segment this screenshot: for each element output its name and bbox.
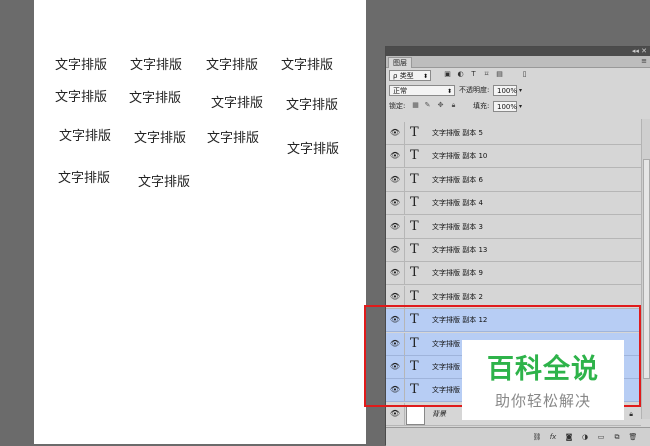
lock-all-icon[interactable]: 🔒︎ xyxy=(449,101,458,110)
canvas-text[interactable]: 文字排版 xyxy=(138,171,190,190)
type-layer-icon: T xyxy=(410,265,419,281)
new-group-icon[interactable]: ▭ xyxy=(596,432,606,442)
panel-menu-icon[interactable]: ≡ xyxy=(641,56,647,67)
lock-position-icon[interactable]: ✥ xyxy=(436,101,445,110)
add-mask-icon[interactable]: ◙ xyxy=(564,432,574,442)
dropdown-arrow-icon: ⬍ xyxy=(446,88,452,95)
opacity-input[interactable]: 100% xyxy=(493,85,517,96)
layer-style-icon[interactable]: fx xyxy=(548,432,558,442)
layer-row[interactable]: 👁︎ T 文字排版 副本 5 xyxy=(386,122,641,145)
layer-thumbnail xyxy=(406,404,425,425)
opacity-dropdown-icon[interactable]: ▾ xyxy=(519,85,522,96)
canvas-text[interactable]: 文字排版 xyxy=(206,54,258,73)
type-layer-icon: T xyxy=(410,242,419,257)
layer-name[interactable]: 文字排版 副本 10 xyxy=(432,145,487,167)
lock-image-icon[interactable]: ✎ xyxy=(423,101,432,110)
canvas-text[interactable]: 文字排版 xyxy=(129,87,181,106)
canvas-text[interactable]: 文字排版 xyxy=(211,92,263,111)
smart-object-filter-icon[interactable]: ▤ xyxy=(495,70,504,79)
adjustment-filter-icon[interactable]: ◐ xyxy=(456,70,465,79)
type-layer-icon: T xyxy=(410,125,419,140)
visibility-eye-icon[interactable]: 👁︎ xyxy=(386,168,405,191)
canvas-text[interactable]: 文字排版 xyxy=(134,127,186,146)
new-layer-icon[interactable]: ⧉ xyxy=(612,432,622,442)
fill-label: 填充: xyxy=(473,102,490,110)
search-icon: ρ xyxy=(393,72,398,80)
fill-input[interactable]: 100% xyxy=(493,101,517,112)
canvas-text[interactable]: 文字排版 xyxy=(130,54,182,73)
visibility-eye-icon[interactable]: 👁︎ xyxy=(386,215,405,238)
watermark-logo: 百科全说 助你轻松解决 xyxy=(462,340,624,420)
layer-name[interactable]: 文字排版 副本 9 xyxy=(432,262,483,284)
lock-transparent-icon[interactable]: ▦ xyxy=(411,101,420,110)
layer-row[interactable]: 👁︎ T 文字排版 副本 10 xyxy=(386,145,641,169)
canvas-text[interactable]: 文字排版 xyxy=(59,125,111,144)
canvas-text[interactable]: 文字排版 xyxy=(58,167,110,186)
layer-name[interactable]: 文字排版 副本 3 xyxy=(432,216,483,238)
watermark-subtitle: 助你轻松解决 xyxy=(494,392,591,410)
watermark-title: 百科全说 xyxy=(487,354,599,385)
panel-bottom-toolbar: ⛓ fx ◙ ◑ ▭ ⧉ 🗑︎ xyxy=(386,427,650,446)
canvas-text[interactable]: 文字排版 xyxy=(281,54,333,73)
blend-row: 正常 ⬍ 不透明度: 100% ▾ xyxy=(386,83,650,98)
layer-name[interactable]: 文字排版 副本 13 xyxy=(432,239,487,261)
scroll-thumb[interactable] xyxy=(643,159,650,379)
blend-mode-select[interactable]: 正常 ⬍ xyxy=(389,85,455,96)
canvas-text[interactable]: 文字排版 xyxy=(287,138,339,157)
layer-row[interactable]: 👁︎ T 文字排版 副本 3 xyxy=(386,215,641,239)
filter-row: ρ 类型 ⬍ ▣ ◐ T ⌑ ▤ ▯ xyxy=(386,68,650,83)
fill-dropdown-icon[interactable]: ▾ xyxy=(519,101,522,112)
visibility-eye-icon[interactable]: 👁︎ xyxy=(386,122,405,144)
layer-row[interactable]: 👁︎ T 文字排版 副本 9 xyxy=(386,262,641,286)
canvas-text[interactable]: 文字排版 xyxy=(207,127,259,146)
type-layer-icon: T xyxy=(410,288,419,304)
panel-title-bar[interactable]: ◂◂ ✕ xyxy=(386,47,650,56)
visibility-eye-icon[interactable]: 👁︎ xyxy=(386,192,405,215)
filter-toggle-icon[interactable]: ▯ xyxy=(520,70,529,79)
canvas-text[interactable]: 文字排版 xyxy=(55,54,107,73)
delete-layer-icon[interactable]: 🗑︎ xyxy=(628,432,638,442)
type-layer-icon: T xyxy=(410,171,419,187)
link-layers-icon[interactable]: ⛓ xyxy=(532,432,542,442)
filter-kind-select[interactable]: ρ 类型 ⬍ xyxy=(389,70,431,81)
panel-tab-row: 图层 ≡ xyxy=(386,56,650,68)
tab-layers[interactable]: 图层 xyxy=(388,57,412,68)
dropdown-arrow-icon: ⬍ xyxy=(422,73,428,80)
layer-row[interactable]: 👁︎ T 文字排版 副本 4 xyxy=(386,192,641,216)
type-layer-icon: T xyxy=(410,218,419,234)
layer-name[interactable]: 文字排版 副本 5 xyxy=(432,122,483,144)
lock-row: 锁定: ▦ ✎ ✥ 🔒︎ 填充: 100% ▾ xyxy=(386,99,650,114)
canvas-text[interactable]: 文字排版 xyxy=(286,94,338,113)
opacity-label: 不透明度: xyxy=(459,86,490,94)
visibility-eye-icon[interactable]: 👁︎ xyxy=(386,145,405,168)
adjustment-layer-icon[interactable]: ◑ xyxy=(580,432,590,442)
shape-filter-icon[interactable]: ⌑ xyxy=(482,70,491,79)
type-filter-icon[interactable]: T xyxy=(469,70,478,79)
layer-name[interactable]: 文字排版 副本 6 xyxy=(432,169,483,191)
visibility-eye-icon[interactable]: 👁︎ xyxy=(386,239,405,261)
pixel-filter-icon[interactable]: ▣ xyxy=(443,70,452,79)
layer-name[interactable]: 文字排版 副本 4 xyxy=(432,192,483,214)
type-layer-icon: T xyxy=(410,148,419,164)
blend-mode-label: 正常 xyxy=(393,87,407,95)
canvas-document[interactable]: 文字排版 文字排版 文字排版 文字排版 文字排版 文字排版 文字排版 文字排版 … xyxy=(34,0,366,444)
type-layer-icon: T xyxy=(410,195,419,211)
collapse-icon[interactable]: ◂◂ ✕ xyxy=(632,47,647,56)
lock-label: 锁定: xyxy=(389,102,406,110)
filter-kind-label: 类型 xyxy=(399,72,414,80)
visibility-eye-icon[interactable]: 👁︎ xyxy=(386,262,405,285)
layer-row[interactable]: 👁︎ T 文字排版 副本 13 xyxy=(386,239,641,262)
layer-row[interactable]: 👁︎ T 文字排版 副本 6 xyxy=(386,168,641,192)
canvas-text[interactable]: 文字排版 xyxy=(55,86,107,105)
layer-scrollbar[interactable] xyxy=(641,119,650,419)
